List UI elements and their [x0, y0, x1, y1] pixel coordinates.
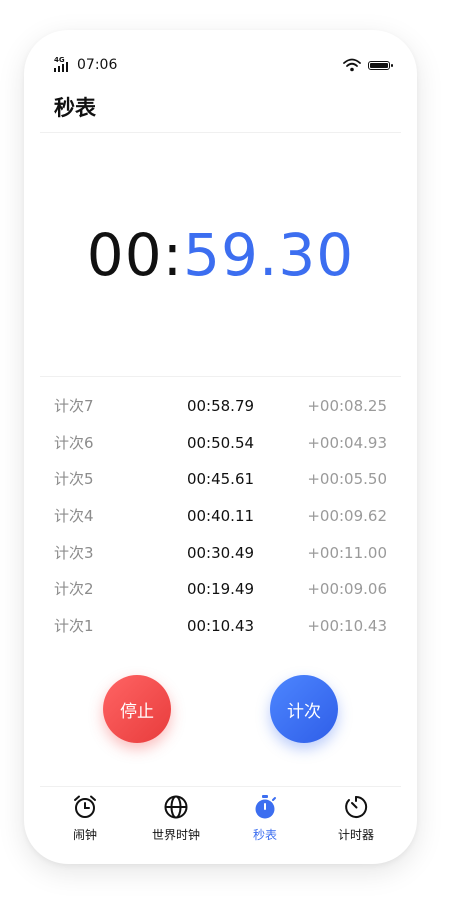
lap-diff: +00:11.00 [307, 543, 387, 562]
tab-world-clock[interactable]: 世界时钟 [131, 792, 221, 843]
lap-diff: +00:05.50 [307, 470, 387, 489]
lap-diff: +00:04.93 [307, 433, 387, 452]
tab-timer[interactable]: 计时器 [311, 792, 401, 843]
lap-row: 计次1 00:10.43 +00:10.43 [24, 608, 417, 645]
tab-alarm[interactable]: 闹钟 [40, 792, 130, 843]
tab-stopwatch[interactable]: 秒表 [220, 792, 310, 843]
page-title: 秒表 [54, 96, 96, 120]
stop-button[interactable]: 停止 [103, 675, 171, 743]
timer-icon [345, 795, 368, 818]
tab-label: 闹钟 [72, 828, 97, 842]
stop-button-label: 停止 [120, 701, 154, 722]
lap-diff: +00:09.62 [307, 507, 387, 526]
lap-row: 计次3 00:30.49 +00:11.00 [24, 535, 417, 572]
lap-button[interactable]: 计次 [270, 675, 338, 743]
network-label: 4G [54, 56, 65, 64]
lap-row: 计次5 00:45.61 +00:05.50 [24, 461, 417, 498]
lap-row: 计次2 00:19.49 +00:09.06 [24, 571, 417, 608]
tab-label: 世界时钟 [151, 828, 200, 842]
stopwatch-minutes: 00 [86, 221, 163, 289]
globe-icon [164, 795, 188, 819]
lap-button-label: 计次 [287, 701, 321, 722]
tab-label: 计时器 [337, 828, 374, 842]
stopwatch-separator: : [162, 221, 184, 289]
alarm-clock-icon [74, 795, 96, 818]
stopwatch-display: 00:59.30 [24, 220, 417, 290]
lap-list: 计次7 00:58.79 +00:08.25 计次6 00:50.54 +00:… [24, 388, 417, 645]
status-time: 07:06 [77, 57, 118, 73]
lap-row: 计次6 00:50.54 +00:04.93 [24, 425, 417, 462]
lap-row: 计次7 00:58.79 +00:08.25 [24, 388, 417, 425]
laps-divider [40, 376, 401, 377]
lap-row: 计次4 00:40.11 +00:09.62 [24, 498, 417, 535]
tab-label: 秒表 [252, 828, 277, 842]
lap-diff: +00:08.25 [307, 397, 387, 415]
tab-bar: 闹钟 世界时钟 秒表 计时器 [24, 792, 417, 852]
stopwatch-icon [255, 795, 276, 819]
stopwatch-seconds: 59.30 [183, 221, 355, 289]
wifi-icon [343, 58, 361, 72]
lap-diff: +00:10.43 [307, 617, 387, 636]
phone-frame: 4G 07:06 秒表 00:59.30 计次7 00:58.79 +00:08… [24, 30, 417, 864]
header-divider [40, 132, 401, 133]
battery-icon [368, 61, 393, 70]
lap-diff: +00:09.06 [307, 580, 387, 599]
signal-icon: 4G [54, 56, 70, 72]
tab-bar-divider [40, 786, 401, 787]
